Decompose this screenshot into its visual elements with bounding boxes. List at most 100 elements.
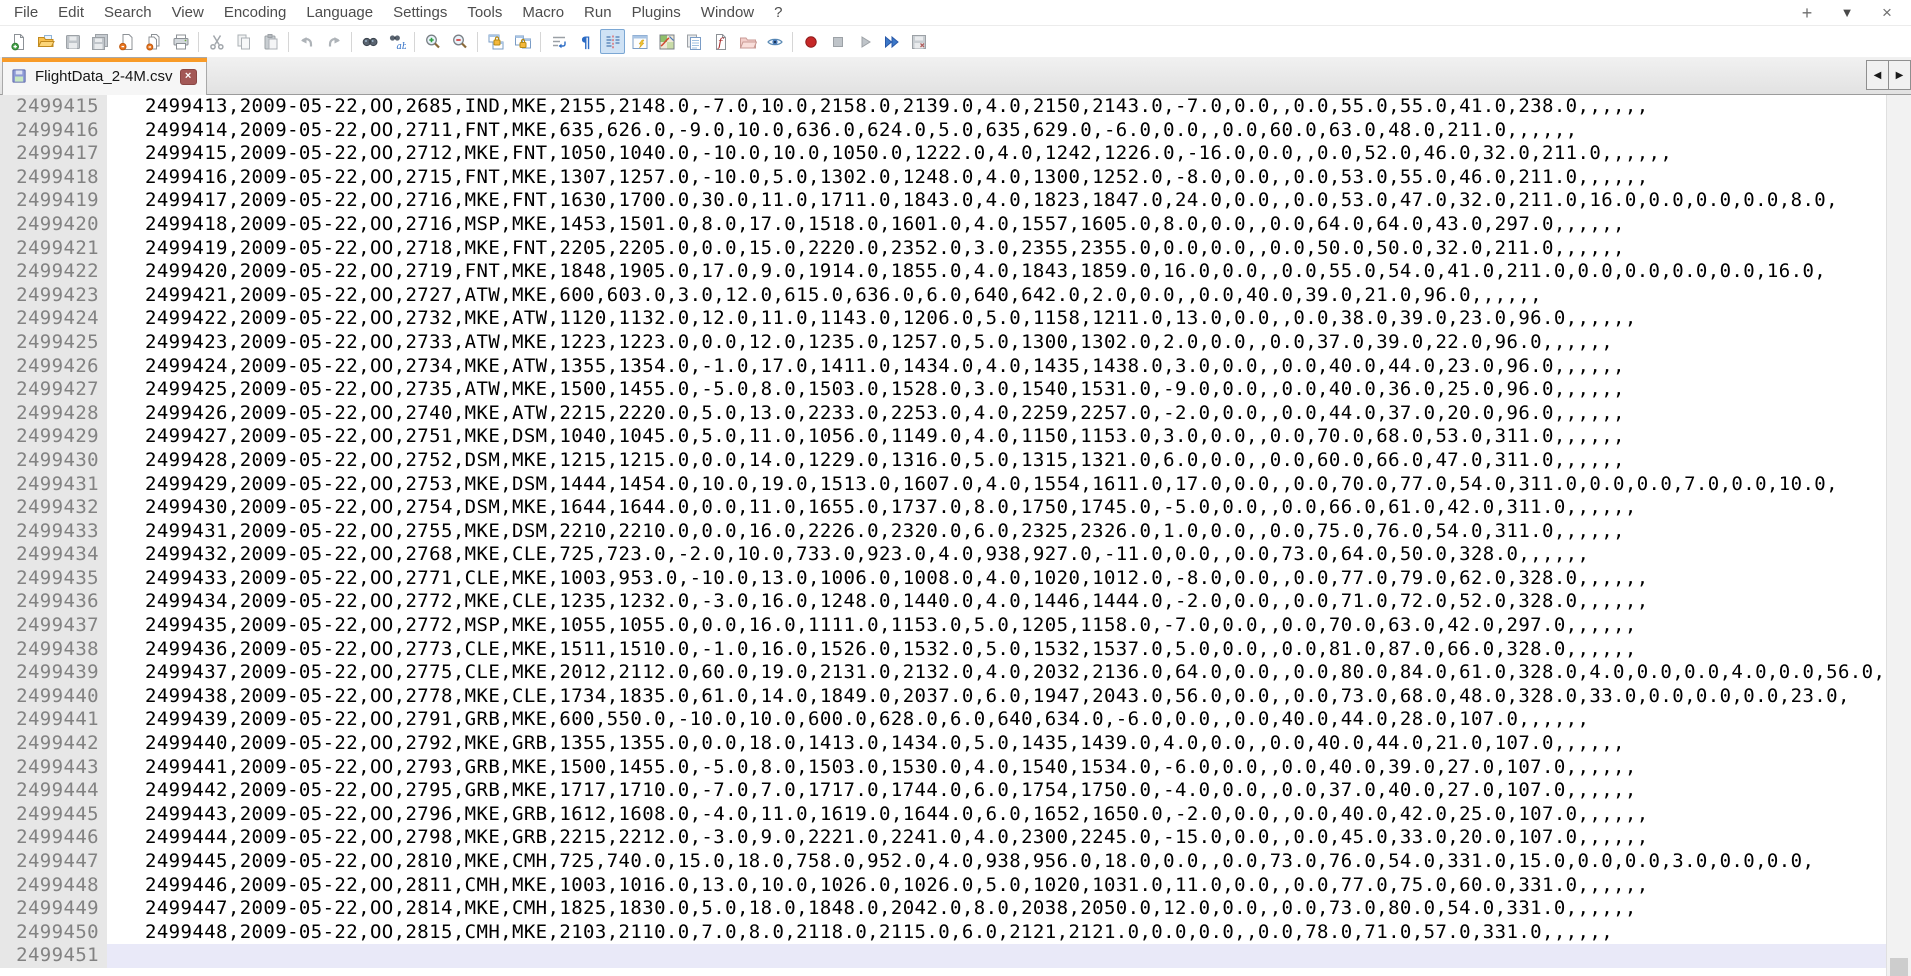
function-list-button[interactable]: f xyxy=(708,29,733,54)
code-line[interactable]: 24994382499436,2009-05-22,OO,2773,CLE,MK… xyxy=(0,638,1886,662)
line-number: 2499421 xyxy=(0,237,107,261)
menu-encoding[interactable]: Encoding xyxy=(214,0,297,25)
macro-run-multiple-icon xyxy=(883,33,901,51)
code-line[interactable]: 24994262499424,2009-05-22,OO,2734,MKE,AT… xyxy=(0,355,1886,379)
code-line[interactable]: 24994352499433,2009-05-22,OO,2771,CLE,MK… xyxy=(0,567,1886,591)
redo-icon xyxy=(325,33,343,51)
saved-file-icon xyxy=(11,68,28,85)
macro-stop-button[interactable] xyxy=(825,29,850,54)
code-line[interactable]: 24994412499439,2009-05-22,OO,2791,GRB,MK… xyxy=(0,708,1886,732)
code-line[interactable]: 24994342499432,2009-05-22,OO,2768,MKE,CL… xyxy=(0,543,1886,567)
menu-settings[interactable]: Settings xyxy=(383,0,457,25)
code-line[interactable]: 24994232499421,2009-05-22,OO,2727,ATW,MK… xyxy=(0,284,1886,308)
code-line[interactable]: 24994162499414,2009-05-22,OO,2711,FNT,MK… xyxy=(0,119,1886,143)
code-line[interactable]: 24994312499429,2009-05-22,OO,2753,MKE,DS… xyxy=(0,473,1886,497)
code-line[interactable]: 24994462499444,2009-05-22,OO,2798,MKE,GR… xyxy=(0,826,1886,850)
menu-dropdown-button[interactable]: ▼ xyxy=(1827,1,1867,25)
menu-search[interactable]: Search xyxy=(94,0,162,25)
editor-surface[interactable]: 24994152499413,2009-05-22,OO,2685,IND,MK… xyxy=(0,95,1886,976)
code-line[interactable]: 24994212499419,2009-05-22,OO,2718,MKE,FN… xyxy=(0,237,1886,261)
code-line[interactable]: 24994252499423,2009-05-22,OO,2733,ATW,MK… xyxy=(0,331,1886,355)
code-line[interactable]: 24994432499441,2009-05-22,OO,2793,GRB,MK… xyxy=(0,756,1886,780)
menu-view[interactable]: View xyxy=(162,0,214,25)
code-line[interactable]: 24994362499434,2009-05-22,OO,2772,MKE,CL… xyxy=(0,590,1886,614)
code-line[interactable]: 24994372499435,2009-05-22,OO,2772,MSP,MK… xyxy=(0,614,1886,638)
indent-guide-button[interactable] xyxy=(600,29,625,54)
menu-language[interactable]: Language xyxy=(296,0,383,25)
code-line[interactable]: 24994332499431,2009-05-22,OO,2755,MKE,DS… xyxy=(0,520,1886,544)
new-file-button[interactable] xyxy=(6,29,31,54)
line-text: 2499441,2009-05-22,OO,2793,GRB,MKE,1500,… xyxy=(145,756,1637,780)
code-line[interactable]: 24994472499445,2009-05-22,OO,2810,MKE,CM… xyxy=(0,850,1886,874)
code-line[interactable]: 24994422499440,2009-05-22,OO,2792,MKE,GR… xyxy=(0,732,1886,756)
save-button[interactable] xyxy=(60,29,85,54)
menu-tools[interactable]: Tools xyxy=(457,0,512,25)
code-line[interactable]: 24994482499446,2009-05-22,OO,2811,CMH,MK… xyxy=(0,874,1886,898)
menu-help[interactable]: ? xyxy=(764,0,792,25)
code-line[interactable]: 24994172499415,2009-05-22,OO,2712,MKE,FN… xyxy=(0,142,1886,166)
macro-record-button[interactable] xyxy=(798,29,823,54)
sync-vertical-scroll-button[interactable] xyxy=(483,29,508,54)
cut-button[interactable] xyxy=(204,29,229,54)
code-line[interactable]: 24994282499426,2009-05-22,OO,2740,MKE,AT… xyxy=(0,402,1886,426)
close-button[interactable]: × xyxy=(1867,1,1907,25)
save-all-button[interactable] xyxy=(87,29,112,54)
code-line[interactable]: 24994192499417,2009-05-22,OO,2716,MKE,FN… xyxy=(0,189,1886,213)
sync-horizontal-scroll-button[interactable] xyxy=(510,29,535,54)
paste-button[interactable] xyxy=(258,29,283,54)
show-all-characters-button[interactable]: ¶ xyxy=(573,29,598,54)
line-text: 2499430,2009-05-22,OO,2754,DSM,MKE,1644,… xyxy=(145,496,1637,520)
tab-flightdata-csv[interactable]: FlightData_2-4M.csv × xyxy=(2,57,207,95)
code-line[interactable]: 24994182499416,2009-05-22,OO,2715,FNT,MK… xyxy=(0,166,1886,190)
menu-run[interactable]: Run xyxy=(574,0,622,25)
code-line[interactable]: 24994452499443,2009-05-22,OO,2796,MKE,GR… xyxy=(0,803,1886,827)
menu-edit[interactable]: Edit xyxy=(48,0,94,25)
menu-window[interactable]: Window xyxy=(691,0,764,25)
macro-save-button[interactable] xyxy=(906,29,931,54)
document-list-button[interactable] xyxy=(681,29,706,54)
folder-as-workspace-button[interactable] xyxy=(735,29,760,54)
zoom-in-button[interactable] xyxy=(420,29,445,54)
vertical-scrollbar[interactable] xyxy=(1886,95,1911,976)
code-line[interactable]: 24994402499438,2009-05-22,OO,2778,MKE,CL… xyxy=(0,685,1886,709)
code-line[interactable]: 24994292499427,2009-05-22,OO,2751,MKE,DS… xyxy=(0,425,1886,449)
menu-plugins[interactable]: Plugins xyxy=(622,0,691,25)
code-line[interactable]: 24994392499437,2009-05-22,OO,2775,CLE,MK… xyxy=(0,661,1886,685)
line-number: 2499417 xyxy=(0,142,107,166)
monitoring-eye-button[interactable] xyxy=(762,29,787,54)
menu-macro[interactable]: Macro xyxy=(512,0,574,25)
tab-close-icon[interactable]: × xyxy=(180,69,197,85)
code-line[interactable]: 24994492499447,2009-05-22,OO,2814,MKE,CM… xyxy=(0,897,1886,921)
code-line[interactable]: 24994242499422,2009-05-22,OO,2732,MKE,AT… xyxy=(0,307,1886,331)
code-line[interactable]: 2499451 xyxy=(0,944,1886,968)
menu-file[interactable]: File xyxy=(4,0,48,25)
redo-button[interactable] xyxy=(321,29,346,54)
code-line[interactable]: 24994442499442,2009-05-22,OO,2795,GRB,MK… xyxy=(0,779,1886,803)
scrollbar-thumb[interactable] xyxy=(1890,958,1908,976)
close-document-button[interactable] xyxy=(114,29,139,54)
code-line[interactable]: 24994222499420,2009-05-22,OO,2719,FNT,MK… xyxy=(0,260,1886,284)
word-wrap-button[interactable] xyxy=(546,29,571,54)
zoom-out-button[interactable] xyxy=(447,29,472,54)
document-map-button[interactable] xyxy=(654,29,679,54)
code-line[interactable]: 24994272499425,2009-05-22,OO,2735,ATW,MK… xyxy=(0,378,1886,402)
replace-button[interactable]: ab xyxy=(384,29,409,54)
code-line[interactable]: 24994302499428,2009-05-22,OO,2752,DSM,MK… xyxy=(0,449,1886,473)
menubar: FileEditSearchViewEncodingLanguageSettin… xyxy=(0,0,1911,26)
close-all-documents-button[interactable] xyxy=(141,29,166,54)
code-line[interactable]: 24994202499418,2009-05-22,OO,2716,MSP,MK… xyxy=(0,213,1886,237)
copy-button[interactable] xyxy=(231,29,256,54)
tab-scroll-left-button[interactable]: ◀ xyxy=(1866,60,1889,90)
find-button[interactable] xyxy=(357,29,382,54)
print-button[interactable] xyxy=(168,29,193,54)
code-line[interactable]: 24994502499448,2009-05-22,OO,2815,CMH,MK… xyxy=(0,921,1886,945)
open-folder-button[interactable] xyxy=(33,29,58,54)
code-line[interactable]: 24994322499430,2009-05-22,OO,2754,DSM,MK… xyxy=(0,496,1886,520)
doc-switcher-button[interactable] xyxy=(627,29,652,54)
new-instance-button[interactable]: + xyxy=(1787,1,1827,25)
tab-scroll-right-button[interactable]: ▶ xyxy=(1888,60,1911,90)
code-line[interactable]: 24994152499413,2009-05-22,OO,2685,IND,MK… xyxy=(0,95,1886,119)
undo-button[interactable] xyxy=(294,29,319,54)
macro-play-button[interactable] xyxy=(852,29,877,54)
macro-run-multiple-button[interactable] xyxy=(879,29,904,54)
